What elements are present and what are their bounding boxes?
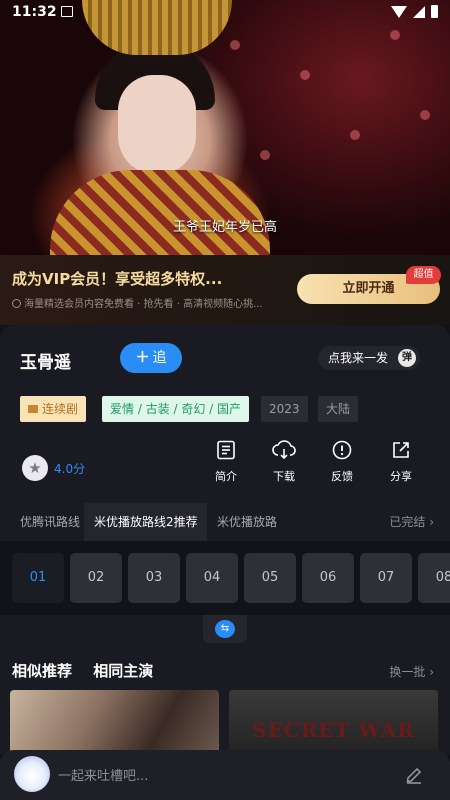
download-button[interactable]: 下载 [262,440,306,484]
follow-button[interactable]: ＋追 [120,343,182,373]
intro-label: 简介 [215,470,237,483]
episode-item[interactable]: 08 [418,553,450,603]
danmaku-icon: 弹 [398,349,416,367]
background-decoration [260,150,270,160]
avatar[interactable] [14,756,50,792]
episode-item[interactable]: 04 [186,553,238,603]
similar-section-tabs: 相似推荐 相同主演 [12,660,169,681]
tab-similar[interactable]: 相似推荐 [12,662,72,680]
background-decoration [300,70,310,80]
status-icons [391,5,438,18]
status-bar: 11:32 [0,0,450,26]
share-label: 分享 [390,470,412,483]
tv-icon [28,405,38,413]
clock-icon [12,299,21,308]
share-icon [393,442,409,458]
episode-item[interactable]: 01 [12,553,64,603]
chevron-right-icon: › [429,665,434,679]
comment-input[interactable]: 一起来吐槽吧... [58,765,148,784]
type-tag: 连续剧 [20,396,87,422]
character-robe [50,170,270,255]
tab-same-cast[interactable]: 相同主演 [93,662,153,680]
video-player[interactable]: 王爷王妃年岁已高 [0,0,450,255]
pencil-icon[interactable] [404,764,424,784]
background-decoration [420,110,430,120]
thumbnail-title-art: SECRET WAR [252,718,415,742]
episode-list: 01 02 03 04 05 06 07 08 [0,541,450,615]
episode-item[interactable]: 05 [244,553,296,603]
danmaku-promo-button[interactable]: 点我来一发弹 [318,346,420,370]
background-decoration [350,130,360,140]
episode-item[interactable]: 07 [360,553,412,603]
finished-status[interactable]: 已完结 › [389,503,434,541]
wifi-icon [391,5,407,18]
route-tab-active[interactable]: 米优播放路线2推荐 [84,503,207,541]
alert-circle-icon [332,440,352,460]
year-tag: 2023 [261,396,308,422]
route-tabs: 优腾讯路线 米优播放路线2推荐 米优播放路 [0,503,450,541]
intro-icon [217,440,235,460]
route-tab[interactable]: 优腾讯路线 [0,503,80,541]
region-tag: 大陆 [318,396,359,422]
refresh-button[interactable]: 换一批 › [389,663,434,680]
swap-icon: ⇆ [215,620,235,638]
vip-title: 成为VIP会员！享受超多特权... [12,270,223,288]
cloud-download-icon [272,440,296,460]
chevron-right-icon: › [429,515,434,529]
background-decoration [390,30,400,40]
rating-score: 4.0分 [54,461,86,476]
recommendation-thumbnail[interactable]: SECRET WAR [229,690,438,755]
rating[interactable]: ★ 4.0分 [22,455,85,481]
image-notification-icon [61,6,73,17]
route-tab[interactable]: 米优播放路 [217,503,283,541]
expand-episodes-button[interactable]: ⇆ [203,615,247,643]
status-time: 11:32 [12,4,57,20]
plus-icon: ＋ [135,350,150,366]
episode-item[interactable]: 03 [128,553,180,603]
share-button[interactable]: 分享 [379,440,423,484]
episode-item[interactable]: 02 [70,553,122,603]
episode-item[interactable]: 06 [302,553,354,603]
video-subtitle: 王爷王妃年岁已高 [172,220,277,235]
intro-button[interactable]: 简介 [204,440,248,484]
character-face [118,75,196,175]
download-label: 下载 [273,470,295,483]
feedback-button[interactable]: 反馈 [320,440,364,484]
feedback-label: 反馈 [331,470,353,483]
value-badge: 超值 [406,266,441,284]
recommendation-thumbnail[interactable] [10,690,219,755]
battery-icon [431,5,438,18]
background-decoration [230,40,240,50]
show-title: 玉骨遥 [20,353,71,373]
genre-tag: 爱情 / 古装 / 奇幻 / 国产 [102,396,250,422]
app-screen: 王爷王妃年岁已高 11:32 成为VIP会员！享受超多特权... 海量精选会员内… [0,0,450,800]
star-icon: ★ [22,455,48,481]
signal-icon [413,5,425,18]
vip-subtitle: 海量精选会员内容免费看 · 抢先看 · 高清视频随心挑... [12,295,263,310]
